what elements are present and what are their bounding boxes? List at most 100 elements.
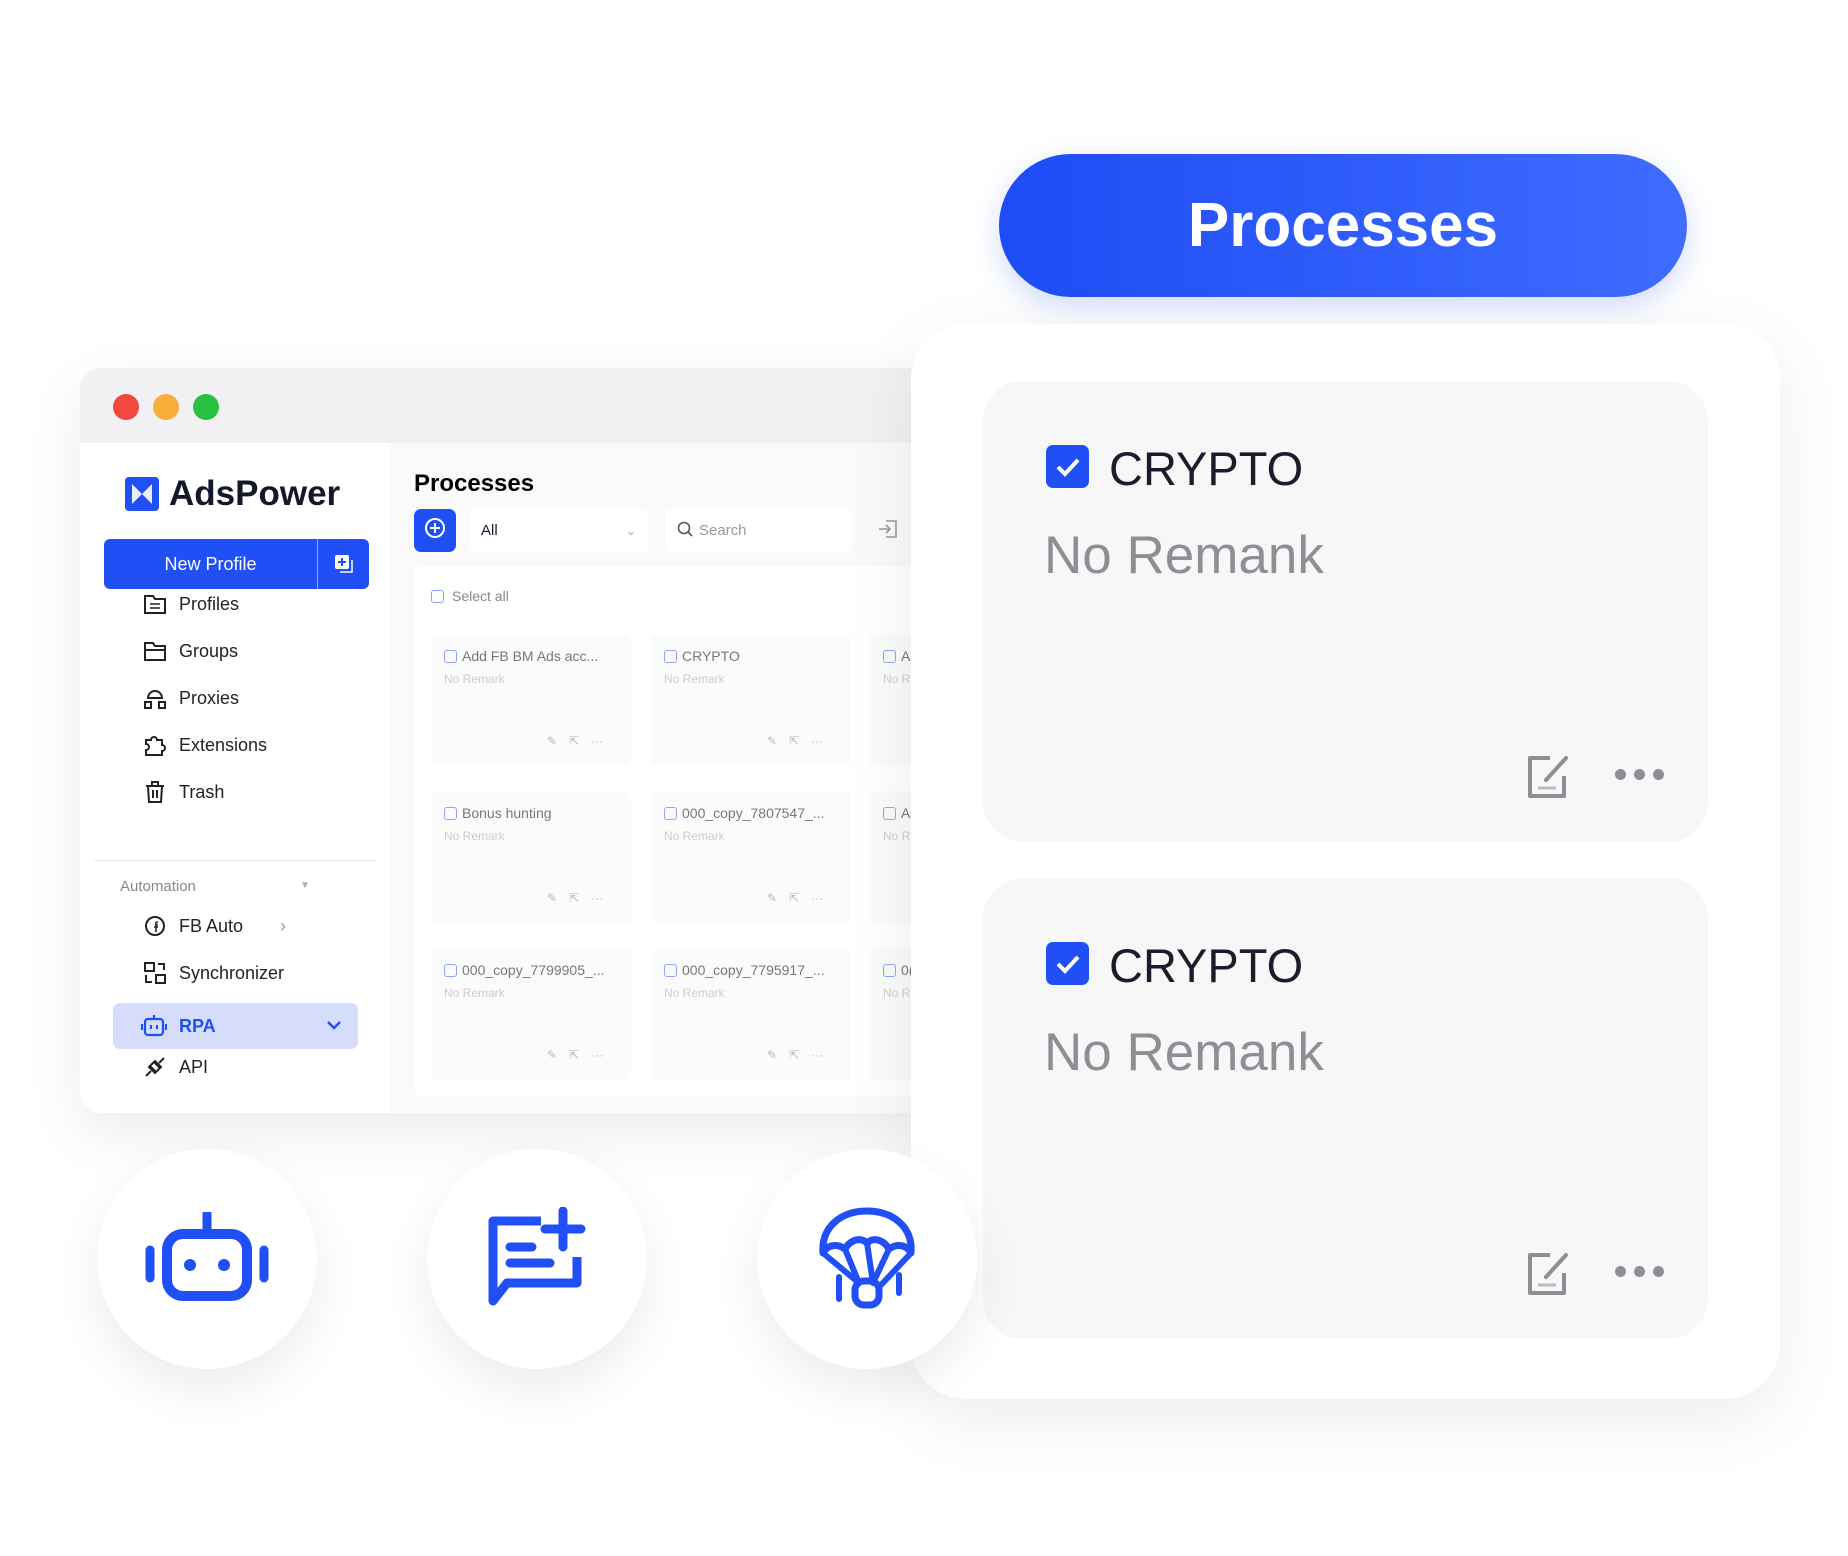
automation-section-toggle[interactable]: Automation ▼ xyxy=(120,878,310,895)
sidebar-item-trash[interactable]: Trash xyxy=(80,772,389,812)
close-button[interactable] xyxy=(113,394,139,420)
card-title-row: A xyxy=(883,648,910,664)
checkbox[interactable] xyxy=(883,649,896,663)
more-icon[interactable]: ··· xyxy=(811,734,823,748)
sidebar-item-extensions[interactable]: Extensions xyxy=(80,725,389,765)
card-remark: No Remank xyxy=(1044,526,1324,585)
edit-icon[interactable]: ✎ xyxy=(547,891,557,905)
process-card[interactable]: CRYPTO No Remank xyxy=(983,878,1708,1339)
nav-label: Trash xyxy=(179,781,225,802)
nav-label: Proxies xyxy=(179,687,240,708)
more-icon[interactable]: ··· xyxy=(591,891,603,905)
sidebar-item-rpa[interactable]: RPA xyxy=(113,1003,358,1049)
card-title-row: A xyxy=(883,805,910,821)
card-title: Add FB BM Ads acc... xyxy=(462,648,599,664)
edit-icon[interactable]: ✎ xyxy=(767,1048,777,1062)
message-add-feature-badge xyxy=(427,1149,647,1369)
checkbox[interactable] xyxy=(883,806,896,820)
chevron-down-icon xyxy=(325,1012,343,1041)
sidebar-item-api[interactable]: API xyxy=(80,1047,389,1087)
process-card[interactable]: 000_copy_7807547_... No Remark ✎ ⇱ ··· xyxy=(651,791,851,923)
edit-icon[interactable]: ✎ xyxy=(547,734,557,748)
more-icon[interactable]: ··· xyxy=(811,1048,823,1062)
maximize-button[interactable] xyxy=(193,394,219,420)
select-all-label: Select all xyxy=(452,588,509,604)
search-input[interactable]: Search xyxy=(665,509,851,552)
card-title: Bonus hunting xyxy=(462,805,552,821)
checkbox[interactable] xyxy=(444,963,457,977)
more-icon[interactable]: ··· xyxy=(811,891,823,905)
process-card[interactable]: 000_copy_7795917_... No Remark ✎ ⇱ ··· xyxy=(651,948,851,1080)
process-detail-panel: CRYPTO No Remank CRYPTO No Remank xyxy=(911,324,1780,1399)
card-title: A xyxy=(901,805,911,821)
card-remark: No Remark xyxy=(444,672,505,686)
sidebar-item-profiles[interactable]: Profiles xyxy=(80,584,389,624)
filter-select[interactable]: All ⌄ xyxy=(469,509,648,552)
card-title-row: Add FB BM Ads acc... xyxy=(444,648,598,664)
process-card[interactable]: CRYPTO No Remark ✎ ⇱ ··· xyxy=(651,634,851,766)
more-icon[interactable] xyxy=(1615,769,1664,780)
more-icon[interactable] xyxy=(1615,1266,1664,1277)
share-icon[interactable]: ⇱ xyxy=(789,891,799,905)
edit-icon[interactable]: ✎ xyxy=(767,891,777,905)
nav-label: Extensions xyxy=(179,734,268,755)
process-card[interactable]: CRYPTO No Remank xyxy=(983,381,1708,842)
search-placeholder: Search xyxy=(699,522,747,539)
process-card[interactable]: 000_copy_7799905_... No Remark ✎ ⇱ ··· xyxy=(431,948,631,1080)
checkbox[interactable] xyxy=(444,806,457,820)
checkbox[interactable] xyxy=(664,649,677,663)
nav-label: FB Auto xyxy=(179,915,244,936)
edit-icon[interactable] xyxy=(1526,754,1571,805)
sidebar-item-groups[interactable]: Groups xyxy=(80,631,389,671)
message-add-icon xyxy=(485,1206,589,1312)
sidebar-item-proxies[interactable]: Proxies xyxy=(80,678,389,718)
nav-label: API xyxy=(179,1056,209,1077)
folder-icon xyxy=(142,638,168,664)
sidebar-item-fb-auto[interactable]: FB Auto › xyxy=(80,906,389,946)
card-title-row: 000_copy_7795917_... xyxy=(664,962,824,978)
batch-add-icon[interactable] xyxy=(318,554,369,574)
card-title-row: CRYPTO xyxy=(664,648,740,664)
checkbox-checked[interactable] xyxy=(1046,445,1089,488)
more-icon[interactable]: ··· xyxy=(591,734,603,748)
share-icon[interactable]: ⇱ xyxy=(569,891,579,905)
robot-feature-badge xyxy=(97,1149,317,1369)
card-remark: No Remark xyxy=(444,829,505,843)
robot-icon xyxy=(140,1013,168,1044)
checkbox[interactable] xyxy=(664,963,677,977)
adspower-logo-icon xyxy=(125,477,159,511)
checkbox[interactable] xyxy=(444,649,457,663)
card-title-row: 000_copy_7807547_... xyxy=(664,805,824,821)
puzzle-icon xyxy=(142,732,168,758)
sidebar-item-synchronizer[interactable]: Synchronizer xyxy=(80,953,389,993)
process-card[interactable]: Add FB BM Ads acc... No Remark ✎ ⇱ ··· xyxy=(431,634,631,766)
share-icon[interactable]: ⇱ xyxy=(789,1048,799,1062)
new-profile-button[interactable]: New Profile xyxy=(104,539,369,589)
card-remark: No R xyxy=(883,829,911,843)
card-remark: No Remark xyxy=(664,986,725,1000)
edit-icon[interactable]: ✎ xyxy=(767,734,777,748)
edit-icon[interactable] xyxy=(1526,1251,1571,1302)
edit-icon[interactable]: ✎ xyxy=(547,1048,557,1062)
share-icon[interactable]: ⇱ xyxy=(569,734,579,748)
new-profile-label: New Profile xyxy=(104,539,318,589)
add-process-button[interactable] xyxy=(414,509,456,552)
checkbox[interactable] xyxy=(883,963,896,977)
robot-icon xyxy=(145,1209,269,1307)
more-icon[interactable]: ··· xyxy=(591,1048,603,1062)
process-card[interactable]: Bonus hunting No Remark ✎ ⇱ ··· xyxy=(431,791,631,923)
select-all-checkbox[interactable]: Select all xyxy=(431,588,509,604)
checkbox[interactable] xyxy=(431,589,444,603)
search-icon xyxy=(677,521,693,541)
card-title: CRYPTO xyxy=(1109,442,1304,495)
share-icon[interactable]: ⇱ xyxy=(569,1048,579,1062)
card-title-row: 000_copy_7799905_... xyxy=(444,962,604,978)
card-title: CRYPTO xyxy=(1109,939,1304,992)
checkbox[interactable] xyxy=(664,806,677,820)
parachute-feature-badge xyxy=(757,1149,977,1369)
checkbox-checked[interactable] xyxy=(1046,942,1089,985)
card-remark: No Remark xyxy=(664,672,725,686)
import-icon[interactable] xyxy=(877,518,899,545)
share-icon[interactable]: ⇱ xyxy=(789,734,799,748)
minimize-button[interactable] xyxy=(153,394,179,420)
